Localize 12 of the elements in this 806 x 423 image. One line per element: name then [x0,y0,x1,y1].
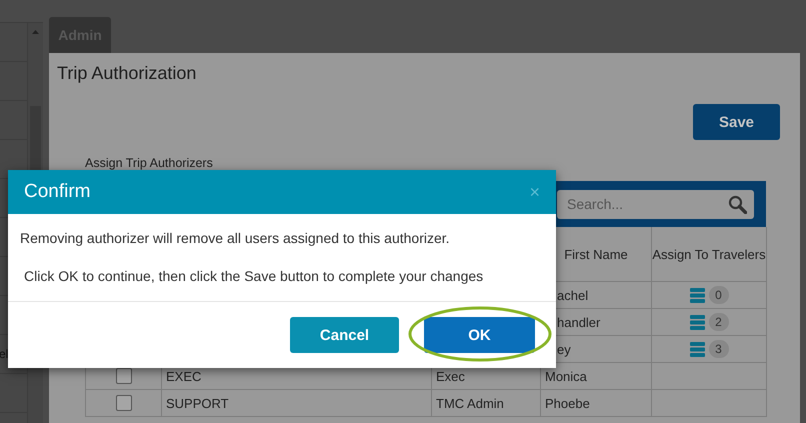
section-label: Assign Trip Authorizers [85,156,214,170]
table-cell: Phoebe [541,390,652,417]
count-badge: 0 [708,286,728,304]
column-header: Assign To Travelers [652,227,767,282]
table-cell: SUPPORT [162,390,432,417]
count-badge: 3 [708,340,728,358]
count-badge: 2 [708,313,728,331]
page-title: Trip Authorization [57,63,198,85]
dialog-title: Confirm [24,181,91,203]
dialog-message: Removing authorizer will remove all users assigned to this authorizer. [20,230,451,246]
dialog-message: Click OK to continue, then click the Save button to complete your changes [23,268,484,284]
table-cell: TMC Admin [432,390,541,417]
